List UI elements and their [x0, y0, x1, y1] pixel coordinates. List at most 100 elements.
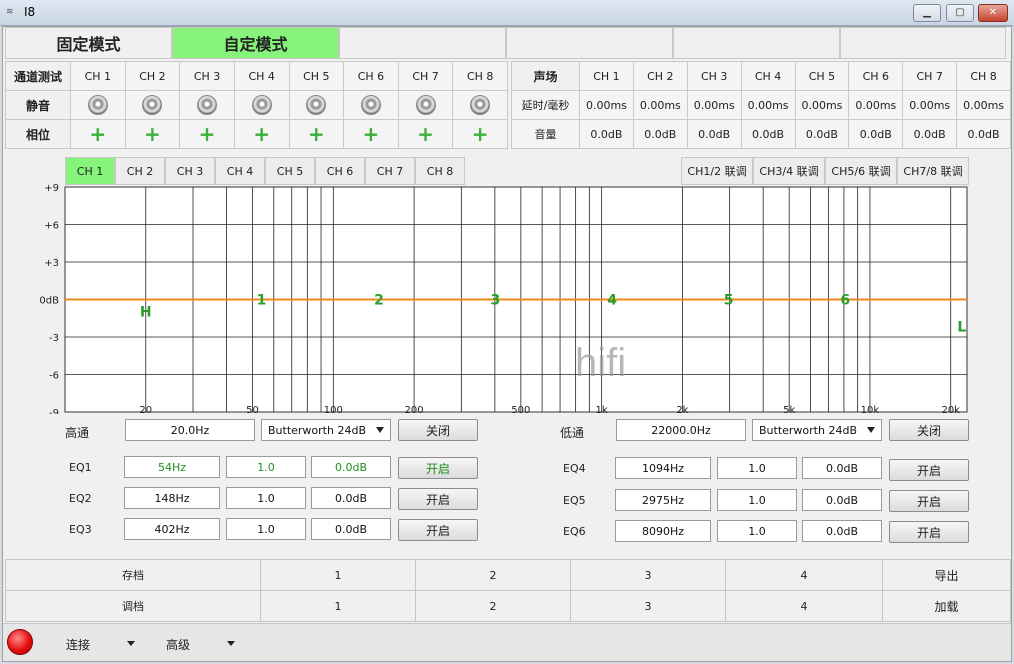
save-slot-3[interactable]: 3 [570, 559, 726, 591]
channel-header[interactable]: CH 8 [452, 61, 508, 91]
volume-field[interactable]: 0.0dB [794, 119, 850, 149]
mute-toggle[interactable] [397, 90, 454, 120]
eq6-gain-input[interactable]: 0.0dB [802, 520, 882, 542]
lowpass-toggle-button[interactable]: 关闭 [889, 419, 969, 441]
import-button[interactable]: 加载 [882, 590, 1011, 622]
maximize-button[interactable]: ▢ [946, 4, 974, 22]
delay-field[interactable]: 0.00ms [848, 90, 904, 120]
eq-graph[interactable]: hifi +9 +6 +3 0dB -3 -6 -9 20 50 100 200 500 1k 2k 5k 10… [3, 184, 1011, 414]
volume-field[interactable]: 0.0dB [740, 119, 796, 149]
link-ch12-button[interactable]: CH1/2 联调 [681, 157, 753, 185]
phase-toggle[interactable]: + [452, 119, 508, 149]
mute-toggle[interactable] [343, 90, 399, 120]
eq3-gain-input[interactable]: 0.0dB [311, 518, 391, 540]
channel-header[interactable]: CH 1 [70, 61, 126, 91]
eq3-freq-input[interactable]: 402Hz [124, 518, 220, 540]
chevron-down-icon[interactable] [227, 641, 235, 646]
eq1-freq-input[interactable]: 54Hz [124, 456, 220, 478]
volume-field[interactable]: 0.0dB [956, 119, 1011, 149]
phase-toggle[interactable]: + [288, 119, 345, 149]
eq3-toggle-button[interactable]: 开启 [398, 519, 478, 541]
advanced-menu[interactable]: 高级 [166, 636, 190, 653]
link-ch34-button[interactable]: CH3/4 联调 [753, 157, 825, 185]
eq6-q-input[interactable]: 1.0 [717, 520, 797, 542]
phase-toggle[interactable]: + [233, 119, 290, 149]
eq6-toggle-button[interactable]: 开启 [889, 521, 969, 543]
highpass-toggle-button[interactable]: 关闭 [398, 419, 478, 441]
fixed-mode-button[interactable]: 固定模式 [5, 27, 172, 59]
load-slot-1[interactable]: 1 [260, 590, 416, 622]
save-slot-1[interactable]: 1 [260, 559, 416, 591]
phase-toggle[interactable]: + [343, 119, 399, 149]
mute-toggle[interactable] [70, 90, 126, 120]
channel-header[interactable]: CH 2 [124, 61, 181, 91]
eq5-toggle-button[interactable]: 开启 [889, 490, 969, 512]
close-button[interactable]: ✕ [978, 4, 1008, 22]
tab-ch4[interactable]: CH 4 [215, 157, 265, 185]
eq2-gain-input[interactable]: 0.0dB [311, 487, 391, 509]
tab-ch1[interactable]: CH 1 [65, 157, 115, 185]
eq5-freq-input[interactable]: 2975Hz [615, 489, 711, 511]
eq5-gain-input[interactable]: 0.0dB [802, 489, 882, 511]
lowpass-type-select[interactable]: Butterworth 24dB [752, 419, 882, 441]
volume-field[interactable]: 0.0dB [686, 119, 742, 149]
delay-field[interactable]: 0.00ms [740, 90, 796, 120]
eq1-q-input[interactable]: 1.0 [226, 456, 306, 478]
eq6-freq-input[interactable]: 8090Hz [615, 520, 711, 542]
volume-field[interactable]: 0.0dB [848, 119, 904, 149]
link-ch56-button[interactable]: CH5/6 联调 [825, 157, 897, 185]
save-slot-2[interactable]: 2 [415, 559, 571, 591]
minimize-button[interactable]: ▁ [913, 4, 941, 22]
delay-field[interactable]: 0.00ms [632, 90, 688, 120]
eq1-toggle-button[interactable]: 开启 [398, 457, 478, 479]
channel-header[interactable]: CH 3 [179, 61, 235, 91]
load-slot-4[interactable]: 4 [725, 590, 883, 622]
delay-field[interactable]: 0.00ms [686, 90, 742, 120]
phase-toggle[interactable]: + [179, 119, 235, 149]
highpass-type-select[interactable]: Butterworth 24dB [261, 419, 391, 441]
channel-header[interactable]: CH 4 [233, 61, 290, 91]
channel-header[interactable]: CH 6 [343, 61, 399, 91]
mute-toggle[interactable] [288, 90, 345, 120]
record-icon[interactable] [7, 629, 33, 655]
phase-toggle[interactable]: + [397, 119, 454, 149]
delay-field[interactable]: 0.00ms [956, 90, 1011, 120]
delay-field[interactable]: 0.00ms [579, 90, 634, 120]
tab-ch3[interactable]: CH 3 [165, 157, 215, 185]
eq2-freq-input[interactable]: 148Hz [124, 487, 220, 509]
phase-toggle[interactable]: + [124, 119, 181, 149]
volume-field[interactable]: 0.0dB [579, 119, 634, 149]
volume-field[interactable]: 0.0dB [632, 119, 688, 149]
channel-header[interactable]: CH 7 [397, 61, 454, 91]
tab-ch5[interactable]: CH 5 [265, 157, 315, 185]
eq4-q-input[interactable]: 1.0 [717, 457, 797, 479]
tab-ch7[interactable]: CH 7 [365, 157, 415, 185]
eq1-gain-input[interactable]: 0.0dB [311, 456, 391, 478]
tab-ch6[interactable]: CH 6 [315, 157, 365, 185]
volume-field[interactable]: 0.0dB [902, 119, 958, 149]
connect-menu[interactable]: 连接 [66, 636, 90, 653]
tab-ch8[interactable]: CH 8 [415, 157, 465, 185]
channel-header[interactable]: CH 5 [288, 61, 345, 91]
phase-toggle[interactable]: + [70, 119, 126, 149]
save-slot-4[interactable]: 4 [725, 559, 883, 591]
eq4-freq-input[interactable]: 1094Hz [615, 457, 711, 479]
mute-toggle[interactable] [179, 90, 235, 120]
eq3-q-input[interactable]: 1.0 [226, 518, 306, 540]
load-slot-3[interactable]: 3 [570, 590, 726, 622]
custom-mode-button[interactable]: 自定模式 [172, 27, 339, 59]
highpass-freq-input[interactable]: 20.0Hz [125, 419, 255, 441]
eq5-q-input[interactable]: 1.0 [717, 489, 797, 511]
eq2-q-input[interactable]: 1.0 [226, 487, 306, 509]
mute-toggle[interactable] [124, 90, 181, 120]
eq4-toggle-button[interactable]: 开启 [889, 459, 969, 481]
link-ch78-button[interactable]: CH7/8 联调 [897, 157, 969, 185]
load-slot-2[interactable]: 2 [415, 590, 571, 622]
mute-toggle[interactable] [452, 90, 508, 120]
delay-field[interactable]: 0.00ms [902, 90, 958, 120]
tab-ch2[interactable]: CH 2 [115, 157, 165, 185]
chevron-down-icon[interactable] [127, 641, 135, 646]
export-button[interactable]: 导出 [882, 559, 1011, 591]
lowpass-freq-input[interactable]: 22000.0Hz [616, 419, 746, 441]
mute-toggle[interactable] [233, 90, 290, 120]
